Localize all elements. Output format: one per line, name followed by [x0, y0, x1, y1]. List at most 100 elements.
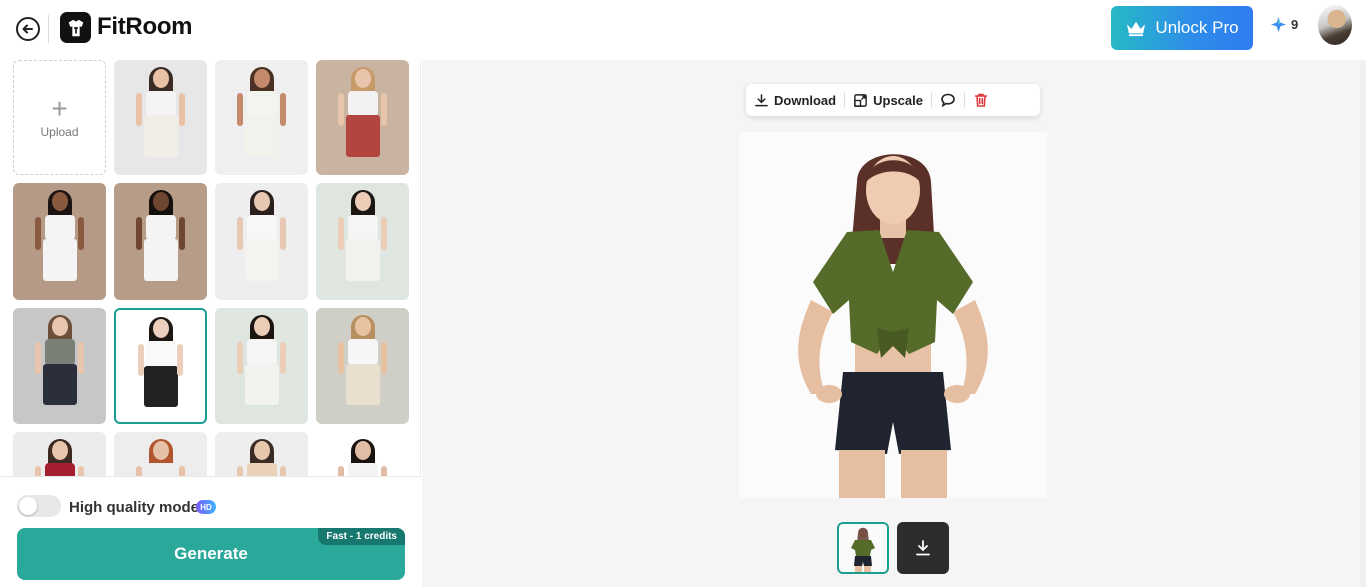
- model-bottom: [143, 239, 178, 282]
- model-arm: [338, 216, 344, 250]
- model-top: [246, 214, 277, 241]
- model-top: [347, 463, 378, 476]
- model-tile[interactable]: [316, 432, 409, 476]
- model-tile[interactable]: [215, 308, 308, 424]
- model-arm: [280, 465, 286, 476]
- model-tile[interactable]: [13, 183, 106, 300]
- download-icon: [755, 93, 768, 106]
- model-arm: [280, 93, 286, 126]
- model-head: [152, 441, 169, 461]
- model-top: [44, 463, 75, 476]
- model-bottom: [244, 115, 279, 157]
- model-tile[interactable]: [215, 432, 308, 476]
- trash-icon: [974, 93, 988, 107]
- model-photo: [116, 310, 205, 422]
- model-arm: [136, 216, 142, 250]
- model-arm: [237, 341, 243, 375]
- model-arm: [179, 216, 185, 250]
- model-tile[interactable]: [114, 308, 207, 424]
- model-tile[interactable]: [316, 308, 409, 424]
- high-quality-toggle[interactable]: [17, 495, 61, 517]
- model-tile[interactable]: [215, 60, 308, 175]
- generated-result-image: [739, 132, 1047, 498]
- crown-icon: [1127, 21, 1146, 37]
- model-arm: [78, 465, 84, 476]
- model-arm: [35, 465, 41, 476]
- thumbnail-figure: [839, 524, 887, 572]
- download-result-button[interactable]: [897, 522, 949, 574]
- model-arm: [338, 341, 344, 375]
- model-bottom: [345, 115, 380, 157]
- generate-button[interactable]: Generate Fast - 1 credits: [17, 528, 405, 580]
- model-photo: [316, 432, 409, 476]
- model-bottom: [42, 363, 77, 406]
- header-divider: [48, 15, 49, 43]
- user-avatar[interactable]: [1318, 5, 1352, 45]
- model-photo: [215, 308, 308, 424]
- model-arm: [179, 465, 185, 476]
- model-bottom: [244, 239, 279, 282]
- model-photo: [114, 432, 207, 476]
- feedback-button[interactable]: [932, 84, 964, 116]
- download-label: Download: [774, 92, 837, 108]
- model-photo: [13, 432, 106, 476]
- model-arm: [138, 343, 144, 377]
- model-tile[interactable]: [316, 183, 409, 300]
- hd-badge: HD: [196, 500, 216, 514]
- model-arm: [381, 465, 387, 476]
- back-button[interactable]: [16, 17, 40, 41]
- model-arm: [237, 93, 243, 126]
- model-photo: [13, 183, 106, 300]
- upscale-label: Upscale: [873, 92, 923, 108]
- model-tile[interactable]: [215, 183, 308, 300]
- model-photo: [316, 183, 409, 300]
- upscale-button[interactable]: Upscale: [845, 84, 931, 116]
- model-head: [253, 69, 270, 89]
- arrow-left-icon: [22, 24, 33, 34]
- model-head: [354, 317, 371, 337]
- model-head: [253, 317, 270, 337]
- model-top: [145, 214, 176, 241]
- model-head: [51, 317, 68, 337]
- model-photo: [215, 183, 308, 300]
- model-arm: [78, 216, 84, 250]
- model-tile[interactable]: [13, 432, 106, 476]
- model-top: [145, 91, 176, 117]
- model-top: [246, 91, 277, 117]
- diamond-icon: [1270, 16, 1287, 33]
- delete-button[interactable]: [965, 84, 997, 116]
- model-bottom: [143, 115, 178, 157]
- model-head: [152, 192, 169, 212]
- page-scrollbar[interactable]: [1360, 60, 1366, 587]
- result-figure: [739, 132, 1047, 498]
- model-photo: [114, 60, 207, 175]
- model-head: [253, 441, 270, 461]
- high-quality-label: High quality mode: [69, 499, 200, 516]
- model-tile[interactable]: [114, 432, 207, 476]
- model-bottom: [42, 239, 77, 282]
- model-tile[interactable]: [114, 183, 207, 300]
- upload-button[interactable]: + Upload: [13, 60, 106, 175]
- model-arm: [237, 465, 243, 476]
- model-arm: [78, 341, 84, 375]
- model-tile[interactable]: [114, 60, 207, 175]
- result-thumbnail[interactable]: [837, 522, 889, 574]
- model-head: [51, 441, 68, 461]
- model-arm: [381, 93, 387, 126]
- upload-label: Upload: [40, 124, 79, 139]
- result-canvas: Download Upscale: [422, 60, 1360, 587]
- model-tile[interactable]: [316, 60, 409, 175]
- generate-label: Generate: [174, 544, 248, 563]
- model-bottom: [345, 239, 380, 282]
- credits-counter[interactable]: 9: [1270, 16, 1298, 33]
- model-bottom: [244, 363, 279, 406]
- credits-count: 9: [1291, 17, 1299, 32]
- model-top: [145, 341, 176, 367]
- model-bottom: [345, 363, 380, 406]
- download-button[interactable]: Download: [746, 84, 844, 116]
- model-arm: [35, 341, 41, 375]
- model-arm: [237, 216, 243, 250]
- unlock-pro-button[interactable]: Unlock Pro: [1111, 6, 1253, 50]
- model-tile[interactable]: [13, 308, 106, 424]
- model-top: [246, 339, 277, 365]
